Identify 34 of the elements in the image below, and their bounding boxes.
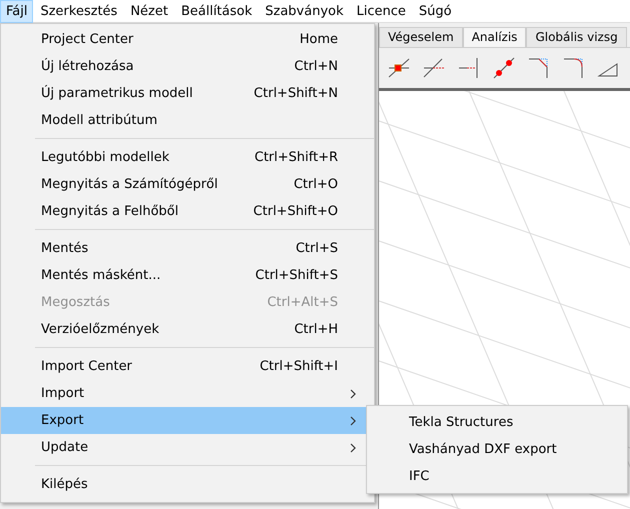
chevron-right-icon — [350, 416, 356, 426]
ribbon-tab[interactable]: Végeselem — [379, 27, 463, 47]
ribbon-tab[interactable]: Globális vizsg — [526, 27, 627, 47]
menu-bar-item[interactable]: Súgó — [412, 0, 458, 22]
menu-item[interactable]: Project Center Home — [1, 26, 366, 53]
menu-item[interactable]: Update — [1, 434, 366, 461]
ribbon-tab[interactable]: Analízis — [462, 27, 526, 47]
menu-item[interactable]: Vashányad DXF export — [367, 436, 627, 463]
menu-item[interactable]: Megnyitás a Számítógépről Ctrl+O — [1, 171, 366, 198]
menu-item[interactable]: Legutóbbi modellek Ctrl+Shift+R — [1, 144, 366, 171]
menu-item[interactable]: Új parametrikus modell Ctrl+Shift+N — [1, 80, 366, 107]
menu-item[interactable]: Import — [1, 380, 366, 407]
menu-bar-item[interactable]: Nézet — [124, 0, 174, 22]
menu-item[interactable]: Mentés másként... Ctrl+Shift+S — [1, 262, 366, 289]
menu-item[interactable]: Mentés Ctrl+S — [1, 235, 366, 262]
chevron-right-icon — [350, 389, 356, 399]
menu-item[interactable]: IFC — [367, 463, 627, 490]
menu-bar-item[interactable]: Licence — [350, 0, 412, 22]
menu-item[interactable]: Új létrehozása Ctrl+N — [1, 53, 366, 80]
menu-bar-item[interactable]: Fájl — [0, 0, 34, 22]
menu-item[interactable]: Verzióelőzmények Ctrl+H — [1, 316, 366, 343]
intersection-point-icon[interactable] — [387, 56, 411, 80]
two-points-icon[interactable] — [492, 56, 516, 80]
menu-item[interactable]: Megnyitás a Felhőből Ctrl+Shift+O — [1, 198, 366, 225]
menu-item[interactable]: Tekla Structures — [367, 409, 627, 436]
menu-bar-item[interactable]: Beállítások — [175, 0, 258, 22]
menu-item[interactable]: Modell attribútum — [1, 107, 366, 134]
menu-item[interactable]: Import Center Ctrl+Shift+I — [1, 353, 366, 380]
extend-line-icon[interactable] — [422, 56, 446, 80]
menu-bar-item[interactable]: Szerkesztés — [34, 0, 124, 22]
menu-item[interactable]: Export — [1, 407, 366, 434]
chevron-right-icon — [350, 443, 356, 453]
menu-bar-item[interactable]: Szabványok — [259, 0, 350, 22]
menu-item[interactable]: Kilépés — [1, 471, 366, 498]
